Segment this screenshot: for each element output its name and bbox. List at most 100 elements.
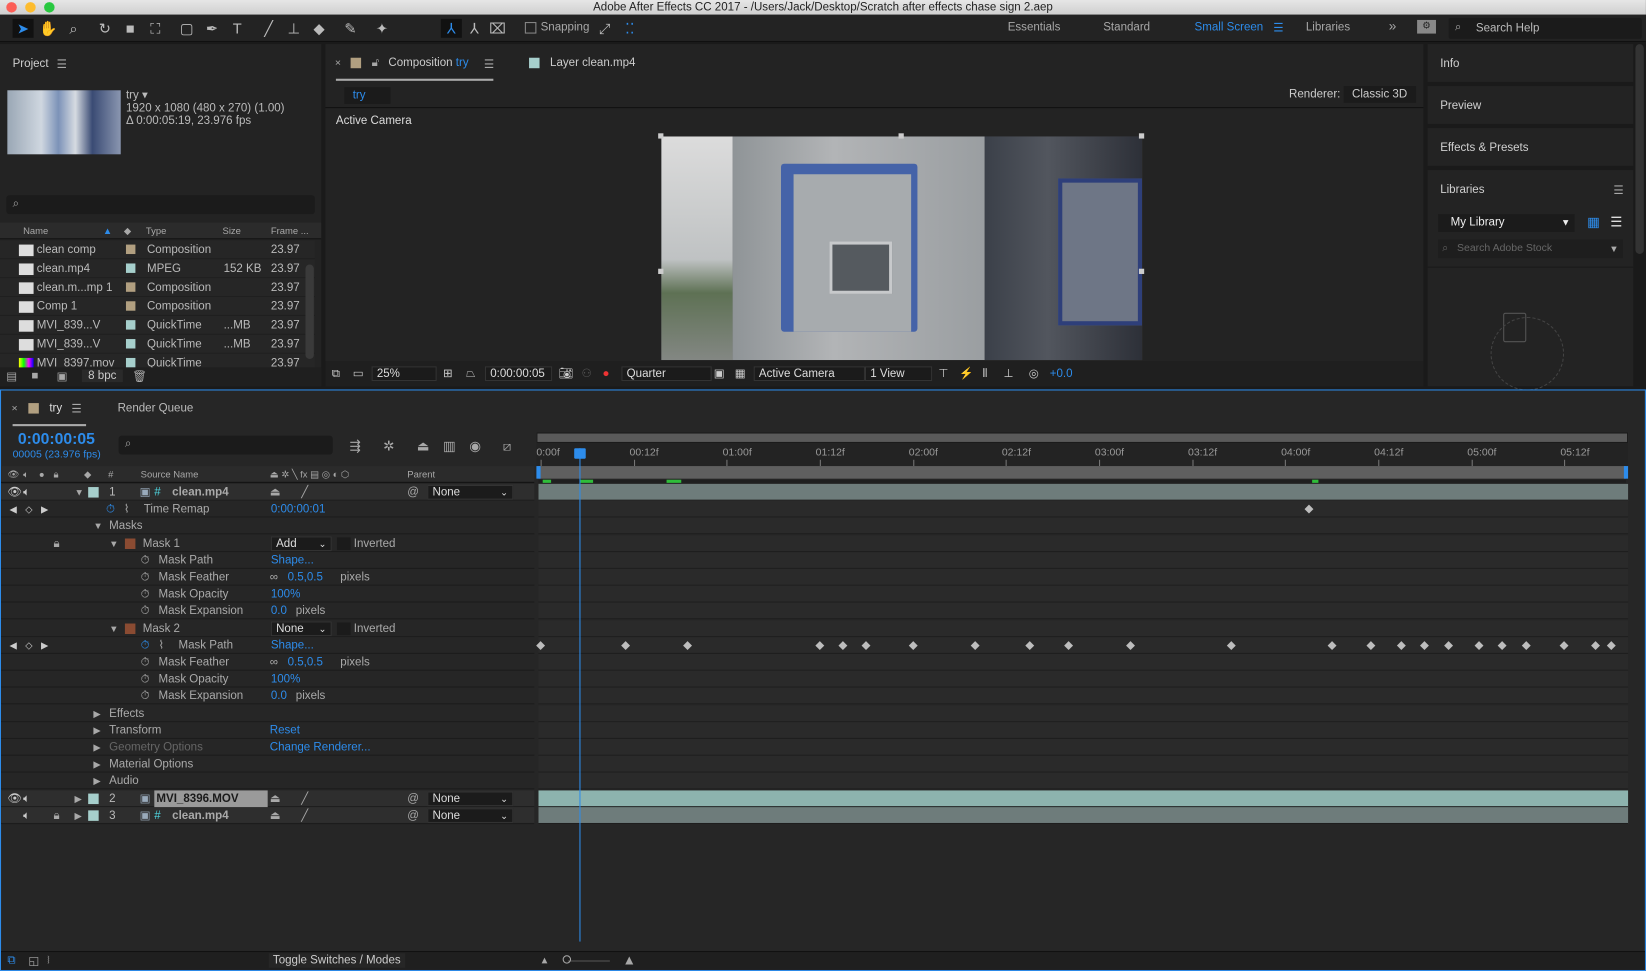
keyframe[interactable] — [1304, 504, 1314, 514]
keyframe[interactable] — [970, 640, 980, 650]
close-window-button[interactable] — [6, 2, 17, 13]
zoom-out-icon[interactable]: ▴ — [542, 953, 548, 967]
minimize-window-button[interactable] — [25, 2, 36, 13]
snapping-checkbox[interactable] — [524, 22, 537, 34]
keyframe[interactable] — [1591, 640, 1601, 650]
snap-features-icon[interactable]: ⁚⁚ — [619, 19, 640, 38]
panel-menu-icon[interactable]: ☰ — [484, 58, 494, 72]
label-color[interactable] — [125, 263, 136, 273]
always-preview-icon[interactable]: ⧉ — [332, 361, 340, 386]
snapshot-icon[interactable]: 📷︎ — [558, 361, 573, 386]
info-panel[interactable]: Info — [1427, 44, 1634, 82]
view-layout-dropdown[interactable]: 1 View — [864, 366, 933, 382]
magnification-dropdown[interactable]: 25% — [371, 366, 437, 382]
clone-stamp-tool-icon[interactable]: ⊥ — [283, 19, 304, 38]
draft-3d-icon[interactable]: ✲ — [383, 438, 394, 455]
camera-tool-icon[interactable]: ■ — [120, 19, 141, 38]
panel-menu-icon[interactable]: ☰ — [71, 402, 81, 416]
project-item[interactable]: MVI_8397.mov QuickTime 23.97 — [0, 353, 315, 369]
workspace-essentials[interactable]: Essentials — [1008, 21, 1061, 34]
renderer-button[interactable]: Classic 3D — [1343, 86, 1416, 103]
layer-handle[interactable] — [1138, 133, 1145, 139]
composition-canvas[interactable] — [661, 136, 1143, 361]
close-tab-icon[interactable]: × — [335, 58, 341, 70]
frame-blending-icon[interactable]: ▥ — [443, 438, 456, 455]
type-tool-icon[interactable]: T — [227, 19, 248, 38]
exposure-value[interactable]: +0.0 — [1050, 361, 1073, 386]
project-item[interactable]: Comp 1 Composition 23.97 — [0, 297, 315, 316]
keyframe[interactable] — [1226, 640, 1236, 650]
keyframe[interactable] — [1521, 640, 1531, 650]
label-color[interactable] — [125, 301, 136, 311]
label-color[interactable] — [125, 357, 136, 368]
work-area-bar[interactable] — [538, 466, 1626, 479]
comp-name[interactable]: try ▾ — [126, 88, 148, 102]
world-axis-icon[interactable]: ⅄ — [464, 19, 485, 38]
channels-icon[interactable]: ● — [603, 361, 610, 386]
graph-editor-icon[interactable]: ⧄ — [503, 438, 512, 455]
brush-tool-icon[interactable]: ╱ — [258, 19, 279, 38]
3d-view-dropdown[interactable]: Active Camera — [753, 366, 865, 382]
playhead-handle[interactable] — [574, 448, 586, 459]
search-adobe-stock-input[interactable]: ⌕ Search Adobe Stock ▼ — [1438, 239, 1623, 259]
label-column-icon[interactable]: ◆ — [84, 466, 91, 483]
keyframe[interactable] — [908, 640, 918, 650]
hand-tool-icon[interactable]: ✋ — [38, 19, 59, 38]
zoom-slider-thumb[interactable] — [562, 955, 572, 964]
timeline-search-input[interactable]: ⌕ — [118, 435, 333, 455]
trash-icon[interactable]: 🗑 — [132, 369, 147, 384]
more-workspaces-icon[interactable]: » — [1389, 18, 1397, 34]
pen-tool-icon[interactable]: ✒ — [202, 19, 223, 38]
rectangle-tool-icon[interactable]: ▢ — [176, 19, 197, 38]
keyframe[interactable] — [1474, 640, 1484, 650]
workspace-libraries[interactable]: Libraries — [1306, 21, 1350, 34]
keyframe[interactable] — [1443, 640, 1453, 650]
label-color[interactable] — [125, 339, 136, 349]
snap-edges-icon[interactable]: ⤢ — [594, 19, 615, 38]
keyframe[interactable] — [1125, 640, 1135, 650]
switches-column-icons[interactable]: ⏏ ✲ ╲ fx ▤ ◎ ◐ ⬡ — [270, 466, 349, 483]
column-frame-rate[interactable]: Frame ... — [271, 223, 309, 240]
puppet-pin-tool-icon[interactable]: ✦ — [372, 19, 393, 38]
keyframe[interactable] — [1420, 640, 1430, 650]
keyframe[interactable] — [815, 640, 825, 650]
lock-column-icon[interactable]: 🔒︎ — [54, 466, 59, 483]
sync-settings-icon[interactable]: ⚙ — [1417, 19, 1436, 34]
reset-exposure-icon[interactable]: ◎ — [1029, 361, 1039, 386]
resolution-dropdown[interactable]: Quarter — [621, 366, 712, 382]
transparency-grid-icon[interactable]: ▦ — [735, 361, 746, 386]
effects-presets-panel[interactable]: Effects & Presets — [1427, 128, 1634, 166]
toggle-pixel-aspect-icon[interactable]: ⊤ — [938, 361, 948, 386]
close-tab-icon[interactable]: × — [12, 403, 18, 415]
current-time-display[interactable]: 0:00:00:05 — [484, 366, 553, 382]
label-tag-icon[interactable]: ◆ — [124, 223, 131, 240]
safe-zones-icon[interactable]: ⊞ — [443, 361, 453, 386]
zoom-window-button[interactable] — [44, 2, 55, 13]
project-item[interactable]: MVI_839...V QuickTime ...MB 23.97 — [0, 334, 315, 354]
label-color[interactable] — [125, 244, 136, 255]
layer-handle[interactable] — [898, 133, 904, 139]
interpret-footage-icon[interactable]: ▤ — [6, 369, 17, 384]
right-panel-scrollbar[interactable] — [1635, 44, 1644, 255]
flowchart-icon[interactable]: ⊥ — [1004, 361, 1014, 386]
selection-tool-icon[interactable]: ➤ — [12, 18, 34, 38]
playhead[interactable] — [574, 448, 586, 942]
transfer-controls-icon[interactable]: ◱ — [28, 954, 39, 968]
region-of-interest-icon[interactable]: ▣ — [714, 361, 725, 386]
project-search-input[interactable]: ⌕ — [6, 195, 315, 215]
layer-duration-bar[interactable] — [538, 483, 1629, 501]
local-axis-icon[interactable]: ⅄ — [440, 18, 462, 38]
keyframe[interactable] — [1063, 640, 1073, 650]
keyframe[interactable] — [1498, 640, 1507, 650]
time-navigator[interactable] — [536, 432, 1629, 443]
label-color[interactable] — [125, 282, 136, 292]
sort-ascending-icon[interactable]: ▲ — [103, 223, 112, 240]
layer-duration-bar[interactable] — [538, 789, 1629, 807]
keyframe[interactable] — [1397, 640, 1407, 650]
layer-handle[interactable] — [658, 268, 664, 274]
number-column[interactable]: # — [108, 466, 113, 483]
panel-menu-icon[interactable]: ☰ — [57, 58, 67, 72]
keyframe[interactable] — [1327, 640, 1337, 650]
new-composition-icon[interactable]: ▣ — [57, 369, 68, 384]
eraser-tool-icon[interactable]: ◆ — [309, 19, 330, 38]
